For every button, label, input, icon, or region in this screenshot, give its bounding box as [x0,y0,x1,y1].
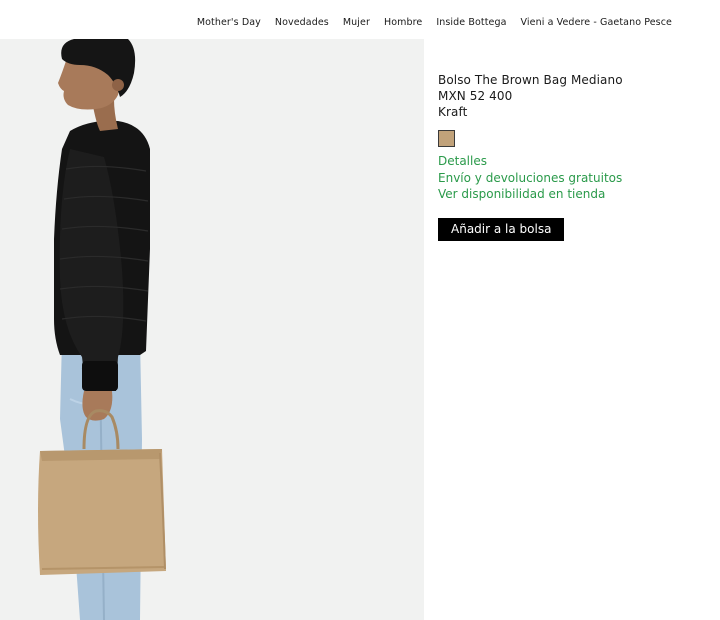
top-navigation: Mother's Day Novedades Mujer Hombre Insi… [0,0,720,38]
nav-item-vieni-a-vedere[interactable]: Vieni a Vedere - Gaetano Pesce [521,17,672,28]
store-availability-link[interactable]: Ver disponibilidad en tienda [438,186,698,203]
nav-item-inside-bottega[interactable]: Inside Bottega [436,17,506,28]
color-swatch-kraft[interactable] [438,130,455,147]
product-name: Bolso The Brown Bag Mediano [438,73,623,87]
nav-item-hombre[interactable]: Hombre [384,17,422,28]
product-links: Detalles Envío y devoluciones gratuitos … [438,153,698,203]
model-with-bag-illustration [38,39,166,620]
add-to-bag-button[interactable]: Añadir a la bolsa [438,217,565,241]
product-color-name: Kraft [438,105,468,119]
product-info: Bolso The Brown Bag Mediano MXN 52 400 K… [438,72,698,241]
shipping-returns-link[interactable]: Envío y devoluciones gratuitos [438,170,698,187]
paper-bag [38,449,166,575]
product-price: MXN 52 400 [438,89,513,103]
product-image[interactable] [0,39,424,620]
nav-item-mujer[interactable]: Mujer [343,17,370,28]
details-link[interactable]: Detalles [438,153,698,170]
product-page: Mother's Day Novedades Mujer Hombre Insi… [0,0,720,620]
nav-item-novedades[interactable]: Novedades [275,17,329,28]
nav-list: Mother's Day Novedades Mujer Hombre Insi… [197,10,672,29]
nav-item-mothers-day[interactable]: Mother's Day [197,17,261,28]
